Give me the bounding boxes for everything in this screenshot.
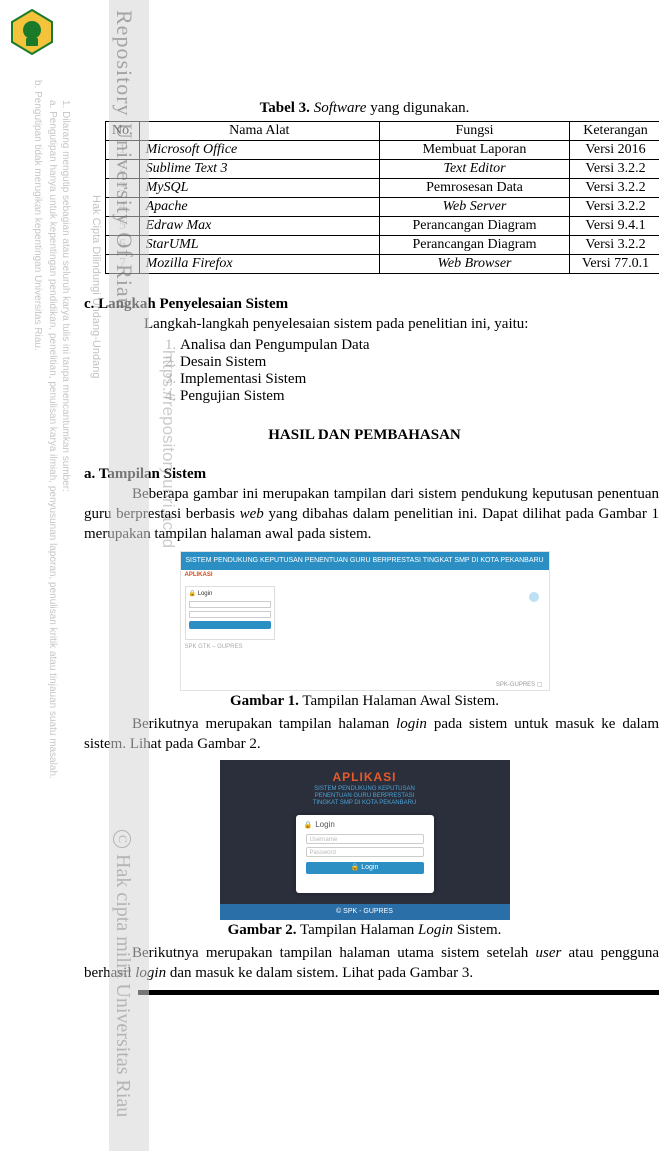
table-caption: Tabel 3. Software yang digunakan. — [70, 100, 659, 117]
table-row: 6StarUMLPerancangan DiagramVersi 3.2.2 — [106, 236, 659, 255]
table-row: 5Edraw MaxPerancangan DiagramVersi 9.4.1 — [106, 217, 659, 236]
section-c-heading: c. Langkah Penyelesaian Sistem — [84, 294, 659, 314]
watermark-rule-a: a. Pengutipan hanya untuk kepentingan pe… — [47, 100, 58, 779]
hasil-heading: HASIL DAN PEMBAHASAN — [70, 427, 659, 444]
list-item: Pengujian Sistem — [180, 388, 659, 405]
footer-note-mini: SPK GTK – GUPRES — [185, 644, 243, 650]
th-nama: Nama Alat — [139, 122, 379, 141]
table-header-row: No. Nama Alat Fungsi Keterangan — [106, 122, 659, 141]
login-button[interactable]: 🔒 Login — [306, 862, 424, 874]
figure-2-caption: Gambar 2. Tampilan Halaman Login Sistem. — [70, 922, 659, 939]
list-item: Analisa dan Pengumpulan Data — [180, 337, 659, 354]
figure-1: SISTEM PENDUKUNG KEPUTUSAN PENENTUAN GUR… — [70, 551, 659, 710]
section-a: a. Tampilan Sistem Beberapa gambar ini m… — [70, 464, 659, 545]
login-heading-mini: 🔒 Login — [189, 590, 271, 597]
section-a-heading: a. Tampilan Sistem — [84, 464, 659, 484]
section-c: c. Langkah Penyelesaian Sistem Langkah-l… — [70, 294, 659, 405]
decor-circle-icon — [529, 592, 539, 602]
figure-1-caption: Gambar 1. Tampilan Halaman Awal Sistem. — [70, 693, 659, 710]
table-row: 3MySQLPemrosesan DataVersi 3.2.2 — [106, 179, 659, 198]
para-tampilan: Beberapa gambar ini merupakan tampilan d… — [84, 484, 659, 545]
page-content: Tabel 3. Software yang digunakan. No. Na… — [70, 0, 659, 995]
para-before-fig3: Berikutnya merupakan tampilan halaman ut… — [70, 943, 659, 984]
table-row: 7Mozilla FirefoxWeb BrowserVersi 77.0.1 — [106, 255, 659, 274]
th-no: No. — [106, 122, 140, 141]
list-item: Implementasi Sistem — [180, 371, 659, 388]
figure-2: APLIKASI SISTEM PENDUKUNG KEPUTUSANPENEN… — [70, 760, 659, 939]
login-button-mini[interactable] — [189, 621, 271, 629]
password-input[interactable]: Password — [306, 847, 424, 857]
login-panel-mini: 🔒 Login — [185, 586, 275, 640]
username-input[interactable]: Username — [306, 834, 424, 844]
university-logo — [8, 8, 56, 56]
login-brand: APLIKASI — [220, 770, 510, 784]
section-c-intro: Langkah-langkah penyelesaian sistem pada… — [144, 314, 659, 334]
login-card: Login Username Password 🔒 Login — [296, 815, 434, 893]
steps-list: Analisa dan Pengumpulan Data Desain Sist… — [156, 337, 659, 405]
bottom-crop-bar — [138, 990, 659, 995]
table-row: 1Microsoft OfficeMembuat LaporanVersi 20… — [106, 141, 659, 160]
credit-mini: SPK-GUPRES ▢ — [496, 681, 543, 688]
software-table: No. Nama Alat Fungsi Keterangan 1Microso… — [105, 121, 659, 274]
login-card-head: Login — [296, 815, 434, 831]
app-brand: APLIKASI — [185, 572, 213, 578]
table-row: 4ApacheWeb ServerVersi 3.2.2 — [106, 198, 659, 217]
username-field-mini[interactable] — [189, 601, 271, 608]
password-field-mini[interactable] — [189, 611, 271, 618]
login-brand-wrap: APLIKASI SISTEM PENDUKUNG KEPUTUSANPENEN… — [220, 760, 510, 808]
screenshot-home: SISTEM PENDUKUNG KEPUTUSAN PENENTUAN GUR… — [180, 551, 550, 691]
login-subtitle: SISTEM PENDUKUNG KEPUTUSANPENENTUAN GURU… — [220, 786, 510, 808]
login-footer: © SPK - GUPRES — [220, 904, 510, 920]
watermark-rule-b: b. Pengutipan tidak merugikan kepentinga… — [32, 80, 43, 351]
table-row: 2Sublime Text 3Text EditorVersi 3.2.2 — [106, 160, 659, 179]
para-before-fig2: Berikutnya merupakan tampilan halaman lo… — [70, 714, 659, 755]
app-header-bar: SISTEM PENDUKUNG KEPUTUSAN PENENTUAN GUR… — [181, 552, 549, 570]
screenshot-login: APLIKASI SISTEM PENDUKUNG KEPUTUSANPENEN… — [220, 760, 510, 920]
list-item: Desain Sistem — [180, 354, 659, 371]
th-fungsi: Fungsi — [380, 122, 570, 141]
th-keterangan: Keterangan — [570, 122, 659, 141]
